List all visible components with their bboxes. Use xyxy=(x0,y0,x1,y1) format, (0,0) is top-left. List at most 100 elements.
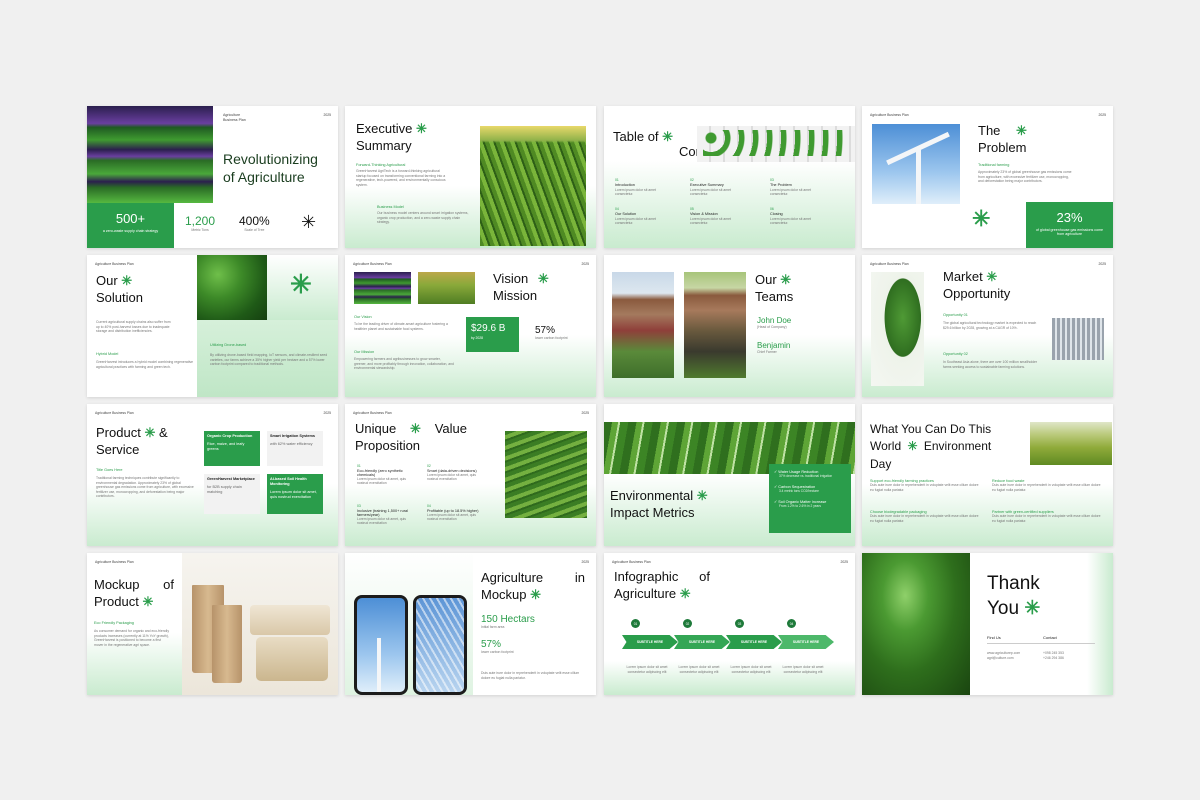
step-number: 03 xyxy=(735,619,744,628)
asterisk-icon: ✳ xyxy=(1016,123,1027,138)
asterisk-icon: ✳ xyxy=(696,488,708,503)
slide-revolutionizing[interactable]: Agriculture Business Plan 2025 Revolution… xyxy=(87,106,338,248)
asterisk-icon: ✳ xyxy=(410,421,421,436)
find-us-label: Find Us xyxy=(987,635,1001,640)
papaya-tree-image xyxy=(862,553,970,695)
service-box-2[interactable]: Smart Irrigation Systems with 62% water e… xyxy=(267,431,323,466)
section-subtitle-3: Utilizing Drone-based xyxy=(210,343,247,347)
slide-title: Our ✳ Solution xyxy=(96,273,143,305)
packaging-mockup-image xyxy=(182,553,338,695)
step-number: 02 xyxy=(683,619,692,628)
asterisk-icon: ✳ xyxy=(679,585,691,601)
slide-year: 2025 xyxy=(581,560,589,564)
phone-numbers[interactable]: +098 245 353 +246 294 386 xyxy=(1043,651,1064,660)
service-box-1[interactable]: Organic Crop Production Rice, maize, and … xyxy=(204,431,260,466)
step-arrow-3: SUBTITLE HERE xyxy=(726,635,782,649)
farmer-field-image xyxy=(418,272,475,304)
slide-title: Unique ✳ Value Proposition xyxy=(355,421,467,453)
terrace-field-image xyxy=(505,431,587,518)
slide-header: Agriculture Business Plan xyxy=(95,262,134,266)
slide-our-teams[interactable]: Our ✳ Teams John Doe (Head of Company) Be… xyxy=(604,255,855,397)
stat-scale: 400% Scale of Tree xyxy=(239,214,270,232)
asterisk-icon: ✳ xyxy=(662,129,674,144)
asterisk-icon: ✳ xyxy=(290,269,312,299)
section-subtitle: Eco Friendly Packaging xyxy=(94,621,134,625)
plant-image xyxy=(871,272,924,386)
section-subtitle: Forward-Thinking Agricultural xyxy=(356,163,406,167)
section-body: Current agricultural supply chains also … xyxy=(96,320,171,334)
slide-our-solution[interactable]: Agriculture Business Plan 2025 Our ✳Solu… xyxy=(87,255,338,397)
value-item: 03 Inclusive (training 1,500+ rural farme… xyxy=(357,504,408,526)
team-member-1: John Doe (Head of Company) xyxy=(757,316,792,329)
slide-title: Revolutionizing of Agriculture xyxy=(223,151,318,186)
slide-title: Vision ✳ Mission xyxy=(493,271,549,303)
slide-header: Agriculture Business Plan xyxy=(223,113,246,122)
section-body-3: By utilizing drone-based field mapping, … xyxy=(210,353,328,367)
slide-table-of-content[interactable]: Table of ✳Content 01IntroductionLorem ip… xyxy=(604,106,855,248)
step-desc: Lorem ipsum dolor sit amet consectetur a… xyxy=(678,665,720,674)
tip-item: Choose biodegradable packaging Duis aute … xyxy=(870,510,979,523)
slide-vision-mission[interactable]: Agriculture Business Plan 2025 Vision ✳ M… xyxy=(345,255,596,397)
section-body: The global agricultural technology marke… xyxy=(943,321,1037,330)
slide-header: Agriculture Business Plan xyxy=(870,113,909,117)
slide-mockup-product[interactable]: Agriculture Business Plan Mockup of Produc… xyxy=(87,553,338,695)
seedlings-image xyxy=(697,126,855,162)
slide-infographic[interactable]: Agriculture Business Plan 2025 Infograph… xyxy=(604,553,855,695)
slide-product-service[interactable]: Agriculture Business Plan 2025 Product ✳… xyxy=(87,404,338,546)
asterisk-icon: ✳ xyxy=(144,425,156,440)
slide-year: 2025 xyxy=(581,262,589,266)
tip-item: Reduce food waste Duis aute irure dolor i… xyxy=(992,479,1101,492)
phone-mockup-1 xyxy=(354,595,408,695)
slide-title: The ✳ Problem xyxy=(978,123,1027,155)
slide-environmental-impact[interactable]: Environmental ✳ Impact Metrics ✓ Water Us… xyxy=(604,404,855,546)
asterisk-icon: ✳ xyxy=(907,439,918,454)
toc-item[interactable]: 02 Executive Summary Lorem ipsum dolor sit… xyxy=(690,178,745,197)
toc-item[interactable]: 03 The Problem Lorem ipsum dolor sit amet … xyxy=(770,178,825,197)
farmer-photo-1 xyxy=(612,272,674,378)
website-links[interactable]: www.agriculturep.com agri@culture.com xyxy=(987,651,1020,660)
team-member-2: Benjamin Chief Farmer xyxy=(757,341,791,354)
slide-header: Agriculture Business Plan xyxy=(353,262,392,266)
section-body: To be the leading driver of climate-smar… xyxy=(354,322,448,331)
slide-title: Market ✳ Opportunity xyxy=(943,269,1011,301)
asterisk-icon: ✳ xyxy=(1024,597,1041,619)
slide-thank-you[interactable]: Thank You ✳ Find Us Contact www.agricultu… xyxy=(862,553,1113,695)
step-arrow-1: SUBTITLE HERE xyxy=(622,635,678,649)
slide-the-problem[interactable]: Agriculture Business Plan 2025 The ✳ Prob… xyxy=(862,106,1113,248)
slide-header: Agriculture Business Plan xyxy=(612,560,651,564)
section-body-2: Our business model centers around smart … xyxy=(377,211,469,225)
leaf-image xyxy=(197,255,267,320)
step-arrow-2: SUBTITLE HERE xyxy=(674,635,730,649)
slide-agriculture-mockup[interactable]: Agriculture Business Plan 2025 Agricultu… xyxy=(345,553,596,695)
slide-market-opportunity[interactable]: Agriculture Business Plan 2025 Market ✳ O… xyxy=(862,255,1113,397)
stat-box: 23% of global greenhouse gas emissions c… xyxy=(1026,202,1113,248)
slide-year: 2025 xyxy=(1098,262,1106,266)
section-body-2: GreenHarvest introduces a hybrid model c… xyxy=(96,360,194,369)
asterisk-icon: ✳ xyxy=(537,271,549,286)
tip-item: Support eco-friendly farming practices Du… xyxy=(870,479,979,492)
slide-title: Infographic of Agriculture ✳ xyxy=(614,569,710,601)
toc-item[interactable]: 05 Vision & Mission Lorem ipsum dolor sit … xyxy=(690,207,745,226)
section-subtitle-2: Business Model xyxy=(377,205,404,209)
toc-list: 01 Introduction Lorem ipsum dolor sit amet… xyxy=(615,178,850,238)
slide-environment-day[interactable]: What You Can Do This World ✳ Environment… xyxy=(862,404,1113,546)
section-body: Traditional farming techniques contribut… xyxy=(96,476,194,499)
asterisk-icon: ✳ xyxy=(986,269,998,284)
asterisk-icon: ✳ xyxy=(142,593,154,609)
tip-item: Partner with green-certified suppliers Du… xyxy=(992,510,1101,523)
toc-item[interactable]: 01 Introduction Lorem ipsum dolor sit amet… xyxy=(615,178,670,197)
section-body: Duis aute irure dolor in reprehenderit i… xyxy=(481,671,580,680)
service-box-3[interactable]: GreenHarvest Marketplace for B2B supply c… xyxy=(204,474,260,514)
slide-executive-summary[interactable]: Executive ✳ Summary Forward-Thinking Agri… xyxy=(345,106,596,248)
step-number: 01 xyxy=(631,619,640,628)
metric-item: ✓ Soil Organic Matter Increase From 1.2% … xyxy=(774,500,827,508)
asterisk-icon: ✳ xyxy=(121,273,133,288)
toc-item[interactable]: 06 Closing Lorem ipsum dolor sit amet cons… xyxy=(770,207,825,226)
slide-title: Executive ✳ Summary xyxy=(356,121,427,153)
slide-year: 2025 xyxy=(323,113,331,117)
service-box-4[interactable]: AI-based Soil Health Monitoring Lorem ips… xyxy=(267,474,323,514)
stat-box: $29.6 B by 2028 xyxy=(466,317,519,352)
slide-unique-value[interactable]: Agriculture Business Plan 2025 Unique ✳ Va… xyxy=(345,404,596,546)
asterisk-icon: ✳ xyxy=(530,586,542,602)
toc-item[interactable]: 04 Our Solution Lorem ipsum dolor sit amet… xyxy=(615,207,670,226)
